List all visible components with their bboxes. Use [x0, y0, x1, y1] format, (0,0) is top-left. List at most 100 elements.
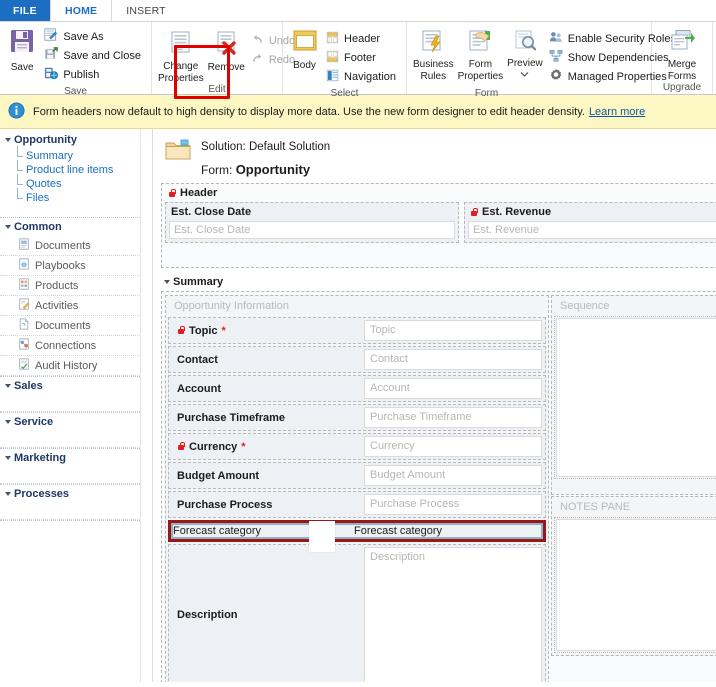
sidebar-group-processes-header[interactable]: Processes	[0, 485, 140, 503]
form-row-currency-input[interactable]: Currency	[364, 436, 542, 457]
remove-button[interactable]: Remove	[206, 27, 247, 73]
sidebar-group-processes-dropzone[interactable]	[0, 503, 140, 520]
header-field-est-close-date-input[interactable]: Est. Close Date	[169, 221, 455, 239]
sidebar-group-service-header[interactable]: Service	[0, 413, 140, 431]
form-row-topic-label: Topic	[189, 324, 218, 337]
form-row-purchase-process-input[interactable]: Purchase Process	[364, 494, 542, 515]
form-row-purchase-process[interactable]: Purchase Process Purchase Process	[168, 491, 546, 518]
header-field-est-revenue[interactable]: Est. Revenue Est. Revenue	[464, 202, 716, 243]
business-rules-button[interactable]: Business Rules	[411, 27, 456, 82]
form-row-purchase-timeframe-input[interactable]: Purchase Timeframe	[364, 407, 542, 428]
summary-left-column: Opportunity Information Topic * Topic Co…	[164, 294, 550, 682]
notes-pane-slot[interactable]	[554, 517, 716, 653]
preview-button[interactable]: Preview	[505, 27, 545, 80]
merge-forms-button[interactable]: Merge Forms	[656, 27, 708, 82]
form-row-budget-amount-input[interactable]: Budget Amount	[364, 465, 542, 486]
sidebar-item-connections[interactable]: Connections	[0, 336, 140, 356]
sequence-group-slot[interactable]	[554, 316, 716, 479]
change-properties-button[interactable]: Change Properties	[156, 27, 206, 84]
sidebar-group-sales-header[interactable]: Sales	[0, 377, 140, 395]
sidebar-group-sales-dropzone[interactable]	[0, 395, 140, 412]
sidebar-item-quotes[interactable]: Quotes	[6, 174, 140, 191]
tab-insert[interactable]: INSERT	[112, 0, 180, 21]
sidebar-item-products[interactable]: Products	[0, 276, 140, 296]
header-field-est-close-date[interactable]: Est. Close Date Est. Close Date	[165, 202, 459, 243]
opportunity-information-group[interactable]: Opportunity Information Topic * Topic Co…	[165, 295, 549, 682]
enable-security-roles-icon	[549, 30, 563, 47]
header-field-est-revenue-input[interactable]: Est. Revenue	[468, 221, 716, 239]
sidebar-group-common-header[interactable]: Common	[0, 218, 140, 236]
form-row-account-input[interactable]: Account	[364, 378, 542, 399]
form-row-forecast-category-input[interactable]: Forecast category	[354, 525, 442, 537]
opportunity-information-group-title: Opportunity Information	[174, 300, 289, 312]
sidebar-item-activities[interactable]: Activities	[0, 296, 140, 316]
form-row-forecast-category-highlight: Forecast category Forecast category	[168, 520, 546, 542]
form-section-summary-title[interactable]: Summary	[161, 274, 716, 291]
sidebar-group-service-dropzone[interactable]	[0, 431, 140, 448]
form-row-budget-amount[interactable]: Budget Amount Budget Amount	[168, 462, 546, 489]
form-row-currency[interactable]: Currency * Currency	[168, 433, 546, 460]
sidebar-group-processes: Processes	[0, 484, 140, 531]
info-icon	[8, 101, 25, 122]
sequence-group-title: Sequence	[560, 300, 610, 312]
sidebar-item-documents[interactable]: Documents	[0, 236, 140, 256]
header-field-est-close-date-label: Est. Close Date	[171, 206, 252, 218]
sidebar-item-product-line-items[interactable]: Product line items	[6, 160, 140, 177]
collapse-triangle-icon[interactable]	[5, 456, 11, 460]
sidebar-item-summary[interactable]: Summary	[6, 146, 140, 163]
tab-home[interactable]: HOME	[49, 0, 113, 21]
form-row-account[interactable]: Account Account	[168, 375, 546, 402]
form-row-description[interactable]: Description Description	[168, 544, 546, 682]
sidebar-group-service: Service	[0, 412, 140, 448]
notification-learn-more-link[interactable]: Learn more	[589, 106, 645, 118]
sidebar-item-documents-alt[interactable]: Documents	[0, 316, 140, 336]
sidebar-group-service-label: Service	[14, 416, 54, 428]
body-button[interactable]: Body	[287, 27, 322, 71]
footer-button[interactable]: Footer	[324, 48, 400, 67]
save-button[interactable]: Save	[4, 25, 40, 73]
collapse-triangle-icon[interactable]	[5, 225, 11, 229]
collapse-triangle-icon[interactable]	[5, 420, 11, 424]
sidebar-item-files[interactable]: Files	[6, 188, 140, 205]
products-icon	[18, 278, 30, 293]
sidebar-entity-label: Opportunity	[14, 134, 77, 146]
form-row-topic[interactable]: Topic * Topic	[168, 317, 546, 344]
form-row-contact-input[interactable]: Contact	[364, 349, 542, 370]
form-properties-label-1: Form	[468, 59, 493, 70]
save-and-close-button[interactable]: Save and Close	[42, 46, 145, 65]
business-rules-icon	[419, 29, 447, 58]
sidebar-item-playbooks[interactable]: Playbooks	[0, 256, 140, 276]
form-row-description-input[interactable]: Description	[364, 547, 542, 682]
header-section-spacer	[162, 245, 716, 267]
sequence-control[interactable]	[556, 318, 716, 477]
chevron-down-icon[interactable]	[520, 68, 529, 80]
form-row-purchase-timeframe[interactable]: Purchase Timeframe Purchase Timeframe	[168, 404, 546, 431]
form-section-header[interactable]: Header Est. Close Date Est. Close Date E…	[161, 183, 716, 268]
navigation-icon	[326, 69, 339, 85]
form-row-topic-input[interactable]: Topic	[364, 320, 542, 341]
sidebar-item-documents-label: Documents	[35, 239, 91, 252]
sidebar-item-audit-history[interactable]: Audit History	[0, 356, 140, 376]
ribbon-group-upgrade-title: Upgrade	[662, 82, 702, 93]
notes-pane-group[interactable]: NOTES PANE	[551, 496, 716, 656]
collapse-triangle-icon[interactable]	[164, 280, 170, 284]
save-as-button[interactable]: Save As	[42, 27, 145, 46]
lock-icon	[177, 442, 185, 451]
notes-pane-control[interactable]	[556, 519, 716, 651]
header-button[interactable]: Header	[324, 29, 400, 48]
sequence-group[interactable]: Sequence	[551, 295, 716, 495]
sidebar-group-marketing-dropzone[interactable]	[0, 467, 140, 484]
navigation-button[interactable]: Navigation	[324, 67, 400, 86]
collapse-triangle-icon[interactable]	[5, 492, 11, 496]
change-properties-label-1: Change	[163, 61, 199, 72]
tab-file[interactable]: FILE	[0, 0, 50, 21]
publish-button[interactable]: Publish	[42, 65, 145, 84]
form-properties-button[interactable]: Form Properties	[456, 27, 506, 82]
sidebar-splitter[interactable]	[141, 129, 153, 682]
form-row-contact[interactable]: Contact Contact	[168, 346, 546, 373]
collapse-triangle-icon[interactable]	[5, 138, 11, 142]
collapse-triangle-icon[interactable]	[5, 384, 11, 388]
form-row-forecast-category[interactable]: Forecast category Forecast category	[171, 523, 543, 539]
sidebar-group-marketing-header[interactable]: Marketing	[0, 449, 140, 467]
sidebar-item-product-line-items-label: Product line items	[26, 164, 114, 176]
